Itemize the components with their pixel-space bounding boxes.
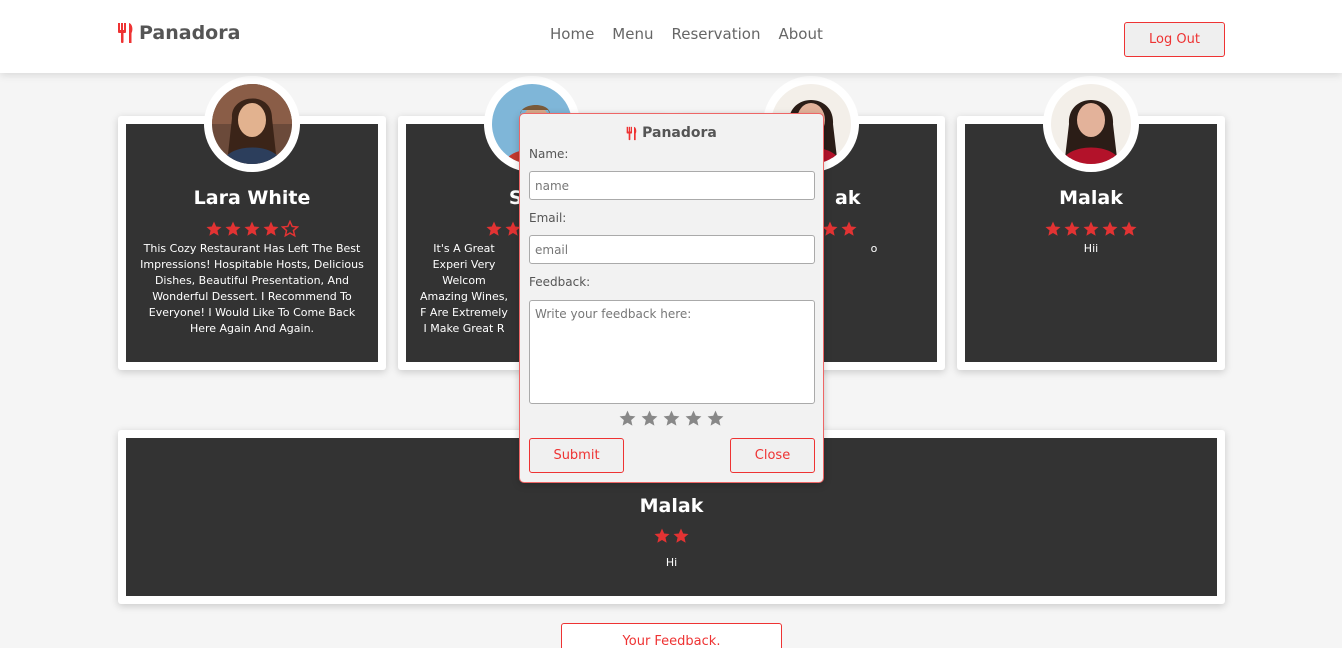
star-filled-icon [841,221,857,236]
brand-logo[interactable]: Panadora [117,22,240,44]
feedback-textarea[interactable] [529,300,815,404]
rating-star-5[interactable] [706,409,725,428]
rating-star-1[interactable] [618,409,637,428]
star-filled-icon [1045,221,1061,236]
feedback-modal: Panadora Name: Email: Feedback: Submit C… [519,113,824,483]
navbar: Panadora Home Menu Reservation About Log… [0,0,1342,73]
star-filled-icon [225,221,241,236]
feedback-label: Feedback: [529,275,591,289]
avatar-photo [212,84,292,164]
rating-stars [126,220,378,238]
star-filled-icon [206,221,222,236]
star-filled-icon [244,221,260,236]
star-filled-icon [1064,221,1080,236]
star-filled-icon [263,221,279,236]
modal-brand-name: Panadora [642,125,717,141]
nav-menu[interactable]: Menu [612,25,653,43]
logout-button[interactable]: Log Out [1124,22,1225,57]
email-input[interactable] [529,235,815,264]
name-input[interactable] [529,171,815,200]
review-text: This Cozy Restaurant Has Left The Best I… [140,242,364,335]
avatar [204,76,300,172]
star-filled-icon [486,221,502,236]
reviewer-name: ak [835,187,861,209]
close-button[interactable]: Close [730,438,815,473]
avatar [1043,76,1139,172]
rating-stars [965,220,1217,238]
star-empty-icon [281,220,299,237]
star-filled-icon [673,528,689,543]
modal-brand: Panadora [520,125,823,141]
review-text: o [870,242,878,255]
star-filled-icon [654,528,670,543]
review-text: Hii [1083,242,1099,255]
rating-selector [520,409,823,428]
star-filled-icon [1121,221,1137,236]
utensils-icon [118,23,133,43]
nav-about[interactable]: About [778,25,822,43]
nav-reservation[interactable]: Reservation [671,25,760,43]
email-label: Email: [529,211,567,225]
reviewer-name: Lara White [193,187,311,209]
rating-star-3[interactable] [662,409,681,428]
rating-star-4[interactable] [684,409,703,428]
nav-links: Home Menu Reservation About [550,25,823,43]
rating-stars [126,527,1217,545]
nav-home[interactable]: Home [550,25,594,43]
your-feedback-button[interactable]: Your Feedback. [561,623,782,648]
avatar-photo [1051,84,1131,164]
utensils-icon [626,126,637,140]
brand-name: Panadora [139,22,241,44]
submit-button[interactable]: Submit [529,438,624,473]
review-text: Hi [665,556,678,569]
reviewer-name: Malak [1059,187,1123,209]
reviewer-name: Malak [639,495,704,517]
name-label: Name: [529,147,569,161]
star-filled-icon [1102,221,1118,236]
rating-star-2[interactable] [640,409,659,428]
star-filled-icon [1083,221,1099,236]
review-text: It's A Great Experi Very Welcom Amazing … [420,242,508,335]
